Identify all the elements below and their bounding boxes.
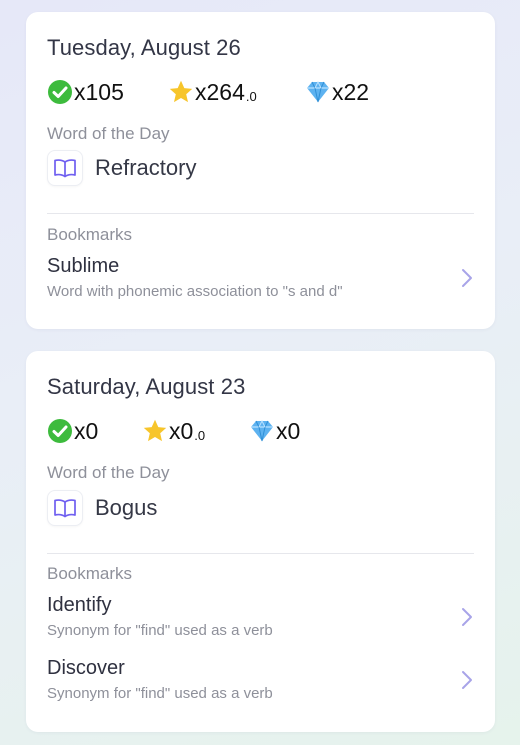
bookmark-description: Synonym for "find" used as a verb [47, 685, 273, 702]
stats-row: x0 x0 .0 x0 [47, 417, 467, 445]
bookmarks-label: Bookmarks [47, 225, 133, 244]
star-icon [168, 79, 194, 105]
completed-count: x0 [74, 417, 99, 444]
bookmark-word: Discover [47, 657, 125, 679]
chevron-right-icon [462, 608, 472, 626]
bookmark-word: Identify [47, 594, 112, 616]
bookmark-item[interactable]: Discover Synonym for "find" used as a ve… [47, 657, 474, 707]
check-circle-icon [47, 79, 73, 105]
completed-count: x105 [74, 78, 124, 105]
gem-count: x0 [276, 417, 301, 444]
divider [47, 553, 474, 554]
completed-stat: x0 [47, 417, 98, 445]
card-date: Tuesday, August 26 [47, 35, 241, 60]
gem-count: x22 [332, 78, 370, 105]
check-circle-icon [47, 418, 73, 444]
diamond-gem-icon [305, 79, 331, 105]
open-book-icon [47, 490, 83, 526]
star-icon [142, 418, 168, 444]
word-of-day-word: Bogus [95, 495, 158, 520]
diamond-gem-icon [249, 418, 275, 444]
day-card: Tuesday, August 26 x105 x264 .0 x22 Word… [26, 12, 495, 329]
stats-row: x105 x264 .0 x22 [47, 78, 467, 106]
star-stat: x0 .0 [142, 417, 205, 445]
bookmark-description: Synonym for "find" used as a verb [47, 622, 273, 639]
bookmark-word: Sublime [47, 255, 120, 277]
gem-stat: x0 [249, 417, 300, 445]
completed-stat: x105 [47, 78, 124, 106]
open-book-icon [47, 150, 83, 186]
bookmark-description: Word with phonemic association to "s and… [47, 283, 343, 300]
divider [47, 213, 474, 214]
word-of-day-label: Word of the Day [47, 124, 170, 143]
star-count: x264 [195, 78, 245, 105]
bookmarks-label: Bookmarks [47, 564, 133, 583]
word-of-day-label: Word of the Day [47, 463, 170, 482]
card-date: Saturday, August 23 [47, 374, 246, 399]
star-stat: x264 .0 [168, 78, 257, 106]
bookmark-item[interactable]: Sublime Word with phonemic association t… [47, 255, 474, 305]
star-count-decimal: .0 [245, 88, 257, 104]
word-of-day-word: Refractory [95, 155, 197, 180]
star-count-decimal: .0 [194, 427, 206, 443]
chevron-right-icon [462, 269, 472, 287]
gem-stat: x22 [305, 78, 369, 106]
star-count: x0 [169, 417, 194, 444]
word-of-day-row[interactable]: Refractory [47, 150, 196, 186]
bookmark-item[interactable]: Identify Synonym for "find" used as a ve… [47, 594, 474, 644]
chevron-right-icon [462, 671, 472, 689]
day-card: Saturday, August 23 x0 x0 .0 x0 Word of … [26, 351, 495, 732]
word-of-day-row[interactable]: Bogus [47, 490, 157, 526]
